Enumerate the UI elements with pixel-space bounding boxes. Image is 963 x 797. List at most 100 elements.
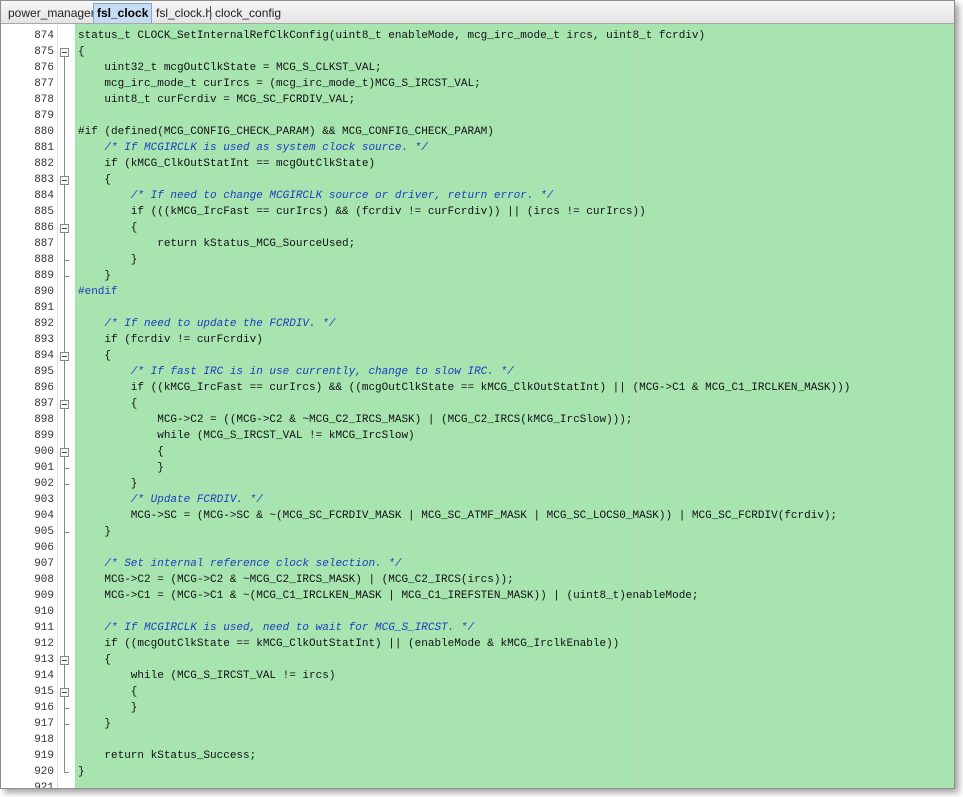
code-line[interactable]: 911 /* If MCGIRCLK is used, need to wait… bbox=[1, 620, 954, 636]
code-line[interactable]: 884 /* If need to change MCGIRCLK source… bbox=[1, 188, 954, 204]
code-line[interactable]: 895 /* If fast IRC is in use currently, … bbox=[1, 364, 954, 380]
tab-fsl-clock-h[interactable]: fsl_clock.h bbox=[153, 4, 215, 22]
code-line[interactable]: 902 } bbox=[1, 476, 954, 492]
code-line[interactable]: 891 bbox=[1, 300, 954, 316]
line-number: 920 bbox=[34, 766, 54, 778]
code-line[interactable]: 879 bbox=[1, 108, 954, 124]
code-line[interactable]: 887 return kStatus_MCG_SourceUsed; bbox=[1, 236, 954, 252]
line-number: 888 bbox=[34, 254, 54, 266]
tab-clock-config[interactable]: clock_config bbox=[212, 4, 284, 22]
code-line[interactable]: 897 { bbox=[1, 396, 954, 412]
code-line[interactable]: 921 bbox=[1, 780, 954, 788]
code-text: /* If need to change MCGIRCLK source or … bbox=[78, 190, 554, 202]
line-number: 875 bbox=[34, 46, 54, 58]
code-line[interactable]: 883 { bbox=[1, 172, 954, 188]
code-line[interactable]: 889 } bbox=[1, 268, 954, 284]
code-text: uint32_t mcgOutClkState = MCG_S_CLKST_VA… bbox=[78, 62, 382, 74]
tab-fsl-clock[interactable]: fsl_clock bbox=[93, 3, 153, 23]
code-text: } bbox=[78, 254, 138, 266]
line-number: 918 bbox=[34, 734, 54, 746]
line-number: 882 bbox=[34, 158, 54, 170]
code-line[interactable]: 920} bbox=[1, 764, 954, 780]
code-text: } bbox=[78, 462, 164, 474]
line-number: 911 bbox=[34, 622, 54, 634]
code-text: { bbox=[78, 46, 85, 58]
line-number: 907 bbox=[34, 558, 54, 570]
code-line[interactable]: 903 /* Update FCRDIV. */ bbox=[1, 492, 954, 508]
line-number: 898 bbox=[34, 414, 54, 426]
code-line[interactable]: 901 } bbox=[1, 460, 954, 476]
code-text: } bbox=[78, 718, 112, 730]
code-text: { bbox=[78, 398, 138, 410]
code-line[interactable]: 909 MCG->C1 = (MCG->C1 & ~(MCG_C1_IRCLKE… bbox=[1, 588, 954, 604]
code-line[interactable]: 878 uint8_t curFcrdiv = MCG_SC_FCRDIV_VA… bbox=[1, 92, 954, 108]
code-editor-window: power_manager fsl_clock fsl_clock.h cloc… bbox=[0, 0, 955, 789]
code-line[interactable]: 888 } bbox=[1, 252, 954, 268]
code-line[interactable]: 905 } bbox=[1, 524, 954, 540]
tab-separator bbox=[210, 6, 211, 20]
code-line[interactable]: 914 while (MCG_S_IRCST_VAL != ircs) bbox=[1, 668, 954, 684]
code-line[interactable]: 910 bbox=[1, 604, 954, 620]
code-line[interactable]: 882 if (kMCG_ClkOutStatInt == mcgOutClkS… bbox=[1, 156, 954, 172]
tab-power-manager[interactable]: power_manager bbox=[5, 4, 98, 22]
code-text: /* If need to update the FCRDIV. */ bbox=[78, 318, 336, 330]
tab-bar: power_manager fsl_clock fsl_clock.h cloc… bbox=[1, 1, 954, 24]
code-line[interactable]: 908 MCG->C2 = (MCG->C2 & ~MCG_C2_IRCS_MA… bbox=[1, 572, 954, 588]
line-number: 895 bbox=[34, 366, 54, 378]
code-line[interactable]: 912 if ((mcgOutClkState == kMCG_ClkOutSt… bbox=[1, 636, 954, 652]
line-number: 915 bbox=[34, 686, 54, 698]
code-text: { bbox=[78, 446, 164, 458]
line-number: 900 bbox=[34, 446, 54, 458]
code-text: /* If MCGIRCLK is used as system clock s… bbox=[78, 142, 428, 154]
line-number: 899 bbox=[34, 430, 54, 442]
code-line[interactable]: 896 if ((kMCG_IrcFast == curIrcs) && ((m… bbox=[1, 380, 954, 396]
code-line[interactable]: 885 if (((kMCG_IrcFast == curIrcs) && (f… bbox=[1, 204, 954, 220]
code-line[interactable]: 917 } bbox=[1, 716, 954, 732]
code-line[interactable]: 906 bbox=[1, 540, 954, 556]
line-number: 884 bbox=[34, 190, 54, 202]
code-text: while (MCG_S_IRCST_VAL != kMCG_IrcSlow) bbox=[78, 430, 415, 442]
code-line[interactable]: 898 MCG->C2 = ((MCG->C2 & ~MCG_C2_IRCS_M… bbox=[1, 412, 954, 428]
line-number: 903 bbox=[34, 494, 54, 506]
code-text: { bbox=[78, 654, 112, 666]
code-text: { bbox=[78, 350, 112, 362]
code-line[interactable]: 880 #if (defined(MCG_CONFIG_CHECK_PARAM) … bbox=[1, 124, 954, 140]
code-line[interactable]: 904 MCG->SC = (MCG->SC & ~(MCG_SC_FCRDIV… bbox=[1, 508, 954, 524]
code-line[interactable]: 886 { bbox=[1, 220, 954, 236]
line-number: 886 bbox=[34, 222, 54, 234]
code-line[interactable]: 913 { bbox=[1, 652, 954, 668]
line-number: 876 bbox=[34, 62, 54, 74]
code-line[interactable]: 876 uint32_t mcgOutClkState = MCG_S_CLKS… bbox=[1, 60, 954, 76]
code-line[interactable]: 874 status_t CLOCK_SetInternalRefClkConfi… bbox=[1, 28, 954, 44]
line-number: 889 bbox=[34, 270, 54, 282]
code-line[interactable]: 915 { bbox=[1, 684, 954, 700]
line-number: 910 bbox=[34, 606, 54, 618]
code-line[interactable]: 916 } bbox=[1, 700, 954, 716]
code-line[interactable]: 890 #endif bbox=[1, 284, 954, 300]
code-text: } bbox=[78, 270, 112, 282]
code-line[interactable]: 894 { bbox=[1, 348, 954, 364]
code-text: { bbox=[78, 174, 112, 186]
code-line[interactable]: 907 /* Set internal reference clock sele… bbox=[1, 556, 954, 572]
line-number: 890 bbox=[34, 286, 54, 298]
code-text: while (MCG_S_IRCST_VAL != ircs) bbox=[78, 670, 336, 682]
code-line[interactable]: 892 /* If need to update the FCRDIV. */ bbox=[1, 316, 954, 332]
editor-pane[interactable]: 874 status_t CLOCK_SetInternalRefClkConfi… bbox=[1, 24, 954, 788]
code-text: /* If MCGIRCLK is used, need to wait for… bbox=[78, 622, 475, 634]
code-line[interactable]: 899 while (MCG_S_IRCST_VAL != kMCG_IrcSl… bbox=[1, 428, 954, 444]
code-line[interactable]: 900 { bbox=[1, 444, 954, 460]
line-number: 887 bbox=[34, 238, 54, 250]
code-line[interactable]: 881 /* If MCGIRCLK is used as system clo… bbox=[1, 140, 954, 156]
code-line[interactable]: 893 if (fcrdiv != curFcrdiv) bbox=[1, 332, 954, 348]
code-line[interactable]: 919 return kStatus_Success; bbox=[1, 748, 954, 764]
line-number: 896 bbox=[34, 382, 54, 394]
line-number: 877 bbox=[34, 78, 54, 90]
code-line[interactable]: 918 bbox=[1, 732, 954, 748]
code-line[interactable]: 877 mcg_irc_mode_t curIrcs = (mcg_irc_mo… bbox=[1, 76, 954, 92]
line-number: 916 bbox=[34, 702, 54, 714]
code-line[interactable]: 875 { bbox=[1, 44, 954, 60]
line-number: 892 bbox=[34, 318, 54, 330]
line-number: 904 bbox=[34, 510, 54, 522]
line-number: 909 bbox=[34, 590, 54, 602]
code-text: } bbox=[78, 766, 85, 778]
